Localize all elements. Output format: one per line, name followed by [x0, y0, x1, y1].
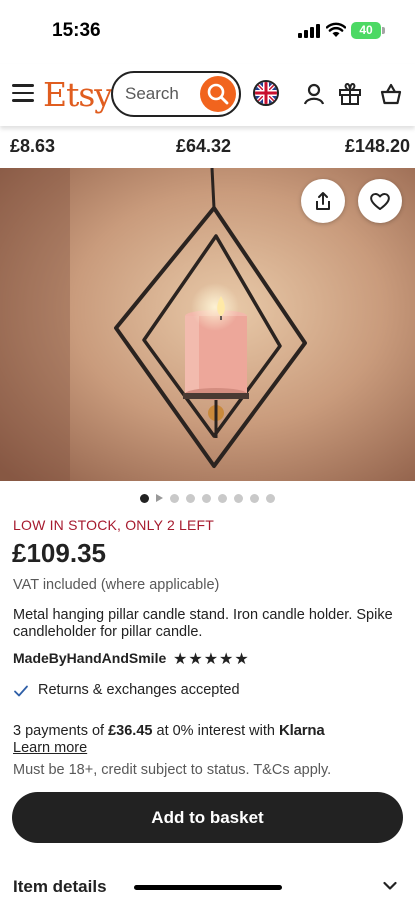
signal-icon [298, 24, 320, 38]
search-input[interactable] [125, 83, 195, 105]
related-price[interactable]: £148.20 [345, 136, 410, 157]
returns-text: Returns & exchanges accepted [38, 682, 240, 698]
carousel-dot[interactable] [186, 493, 195, 503]
carousel-dot[interactable] [250, 493, 259, 503]
search-button[interactable] [200, 76, 236, 112]
klarna-offer: 3 payments of £36.45 at 0% interest with… [13, 722, 325, 739]
carousel-dot[interactable] [234, 493, 243, 503]
related-prices-strip: £8.63 £64.32 £148.20 [0, 126, 415, 166]
battery-icon: 40 [351, 22, 381, 39]
vat-note: VAT included (where applicable) [13, 577, 220, 593]
item-details-toggle[interactable]: Item details [13, 877, 107, 897]
related-price[interactable]: £8.63 [10, 136, 55, 157]
carousel-dot[interactable] [218, 493, 227, 503]
carousel-dot[interactable] [202, 493, 211, 503]
product-title: Metal hanging pillar candle stand. Iron … [13, 607, 393, 640]
status-time: 15:36 [52, 20, 101, 41]
search-icon [207, 83, 229, 105]
top-header: Etsy [0, 64, 415, 126]
favorite-button[interactable] [358, 179, 402, 223]
chevron-down-icon[interactable] [383, 881, 397, 891]
status-bar: 15:36 40 [0, 0, 415, 54]
battery-tip [382, 27, 385, 34]
menu-icon[interactable] [12, 84, 34, 102]
add-to-basket-button[interactable]: Add to basket [12, 792, 403, 843]
carousel-dot[interactable] [170, 493, 179, 503]
uk-flag-icon[interactable] [253, 80, 279, 106]
klarna-amount: £36.45 [108, 723, 153, 739]
credit-disclaimer: Must be 18+, credit subject to status. T… [13, 762, 332, 778]
share-button[interactable] [301, 179, 345, 223]
product-price: £109.35 [12, 538, 106, 568]
checkmark-icon [14, 685, 28, 697]
stock-notice: LOW IN STOCK, ONLY 2 LEFT [13, 517, 215, 533]
etsy-logo[interactable]: Etsy [43, 75, 113, 114]
carousel-dot[interactable] [266, 493, 275, 503]
carousel-dot[interactable] [140, 493, 149, 503]
wifi-icon [326, 22, 346, 37]
related-price[interactable]: £64.32 [176, 136, 231, 157]
image-carousel-dots [0, 492, 415, 504]
video-play-indicator[interactable] [156, 494, 163, 502]
product-image[interactable] [0, 168, 415, 481]
account-icon[interactable] [302, 82, 326, 106]
klarna-prefix: 3 payments of [13, 723, 105, 739]
share-icon [316, 192, 330, 210]
candle-holder-photo [0, 168, 415, 481]
klarna-logo: Klarna [279, 722, 325, 739]
shop-name-link[interactable]: MadeByHandAndSmile [13, 650, 166, 666]
heart-icon [370, 193, 390, 210]
search-box[interactable] [111, 71, 241, 117]
learn-more-link[interactable]: Learn more [13, 740, 87, 756]
klarna-suffix: at 0% interest with [156, 723, 275, 739]
gift-icon[interactable] [338, 82, 362, 106]
home-indicator [134, 885, 282, 890]
basket-icon[interactable] [379, 82, 403, 106]
rating-stars[interactable]: ★★★★★ [173, 649, 250, 669]
